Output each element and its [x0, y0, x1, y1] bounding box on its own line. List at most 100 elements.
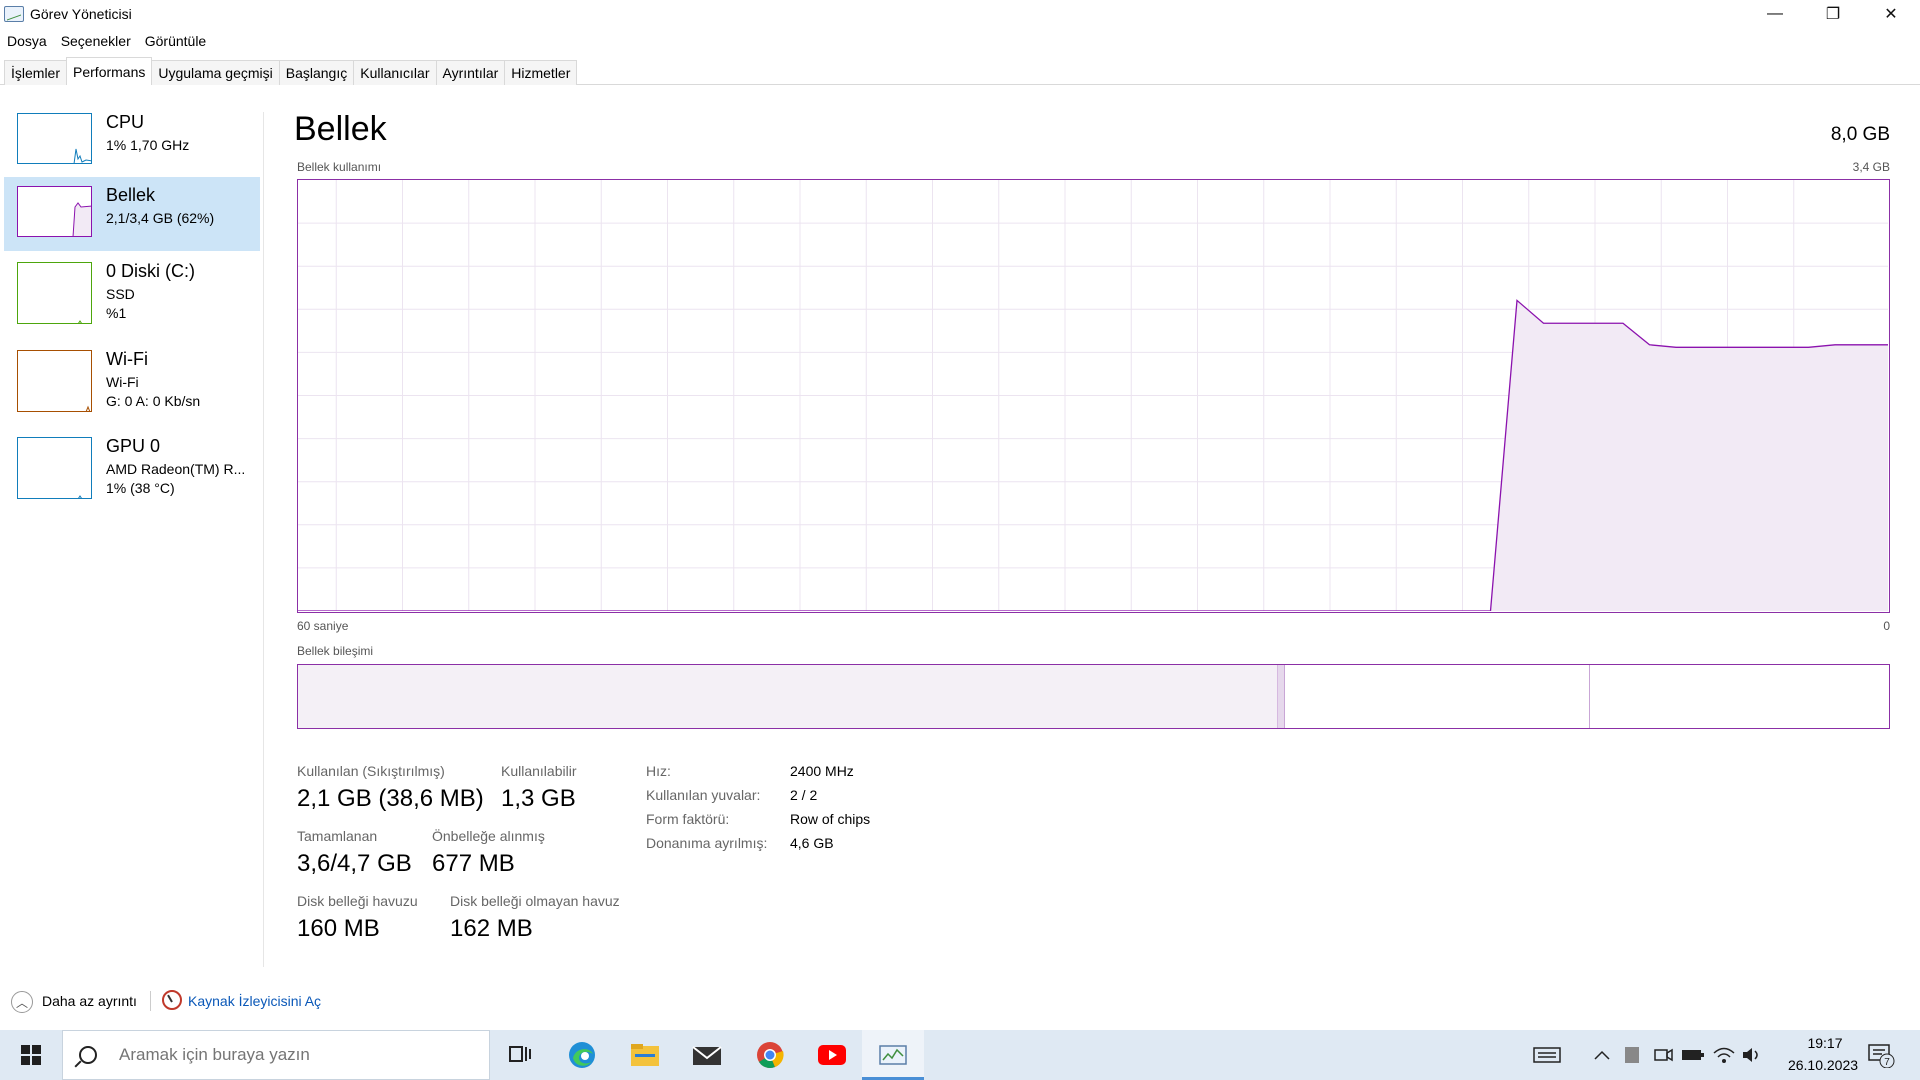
clock-date[interactable]: 26.10.2023 [1773, 1057, 1873, 1073]
menu-view[interactable]: Görüntüle [138, 33, 213, 49]
tab-processes[interactable]: İşlemler [4, 60, 68, 85]
task-view-icon[interactable] [505, 1040, 535, 1070]
hardware-reserved-label: Donanıma ayrılmış: [646, 835, 768, 851]
search-icon [79, 1046, 97, 1064]
chevron-up-tray-icon[interactable] [1587, 1040, 1617, 1070]
form-factor-value: Row of chips [790, 811, 871, 827]
axis-end-label: 0 [1883, 619, 1890, 633]
sidebar-item-detail: Wi-Fi [106, 374, 139, 390]
sidebar-item-wifi[interactable]: Wi-Fi Wi-Fi G: 0 A: 0 Kb/sn [4, 341, 260, 415]
task-manager-taskbar-icon[interactable] [878, 1040, 908, 1070]
chevron-up-icon[interactable]: ︿ [11, 991, 33, 1013]
start-button[interactable] [0, 1030, 62, 1080]
restore-button[interactable]: ❐ [1804, 0, 1862, 28]
memory-thumbnail [17, 186, 92, 237]
paged-pool-label: Disk belleği havuzu [297, 893, 418, 909]
available-label: Kullanılabilir [501, 763, 577, 779]
sidebar-item-name: CPU [106, 112, 145, 132]
menu-file[interactable]: Dosya [0, 33, 54, 49]
sidebar-item-memory[interactable]: Bellek 2,1/3,4 GB (62%) [4, 177, 260, 251]
sidebar-item-detail: SSD [106, 286, 135, 302]
clock-time[interactable]: 19:17 [1795, 1035, 1855, 1051]
volume-icon[interactable] [1737, 1040, 1767, 1070]
taskbar-search[interactable] [62, 1030, 490, 1080]
cpu-thumbnail-graph [73, 148, 91, 163]
paged-pool-value: 160 MB [297, 915, 380, 942]
memory-usage-chart [297, 179, 1890, 613]
tab-app-history[interactable]: Uygulama geçmişi [151, 60, 280, 85]
sidebar-item-name: Wi-Fi [106, 349, 148, 369]
sidebar-item-detail-2: 1% (38 °C) [106, 480, 175, 496]
performance-sidebar: CPU 1% 1,70 GHz Bellek 2,1/3,4 GB (62%) … [4, 104, 260, 502]
close-button[interactable]: ✕ [1862, 0, 1920, 28]
footer-separator [150, 991, 151, 1011]
memory-usage-max: 3,4 GB [1852, 160, 1890, 174]
mail-icon[interactable] [692, 1040, 722, 1070]
tab-startup[interactable]: Başlangıç [278, 60, 355, 85]
minimize-button[interactable]: — [1746, 0, 1804, 28]
disk-thumbnail [17, 262, 92, 324]
composition-modified [1278, 665, 1285, 728]
open-resource-monitor-link[interactable]: Kaynak İzleyicisini Aç [188, 993, 321, 1009]
sidebar-item-name: Bellek [106, 185, 156, 205]
sidebar-item-cpu[interactable]: CPU 1% 1,70 GHz [4, 104, 260, 178]
nonpaged-pool-value: 162 MB [450, 915, 533, 942]
title-bar: Görev Yöneticisi — ❐ ✕ [0, 0, 1920, 28]
window-controls: — ❐ ✕ [1746, 0, 1920, 28]
wifi-thumbnail-graph [85, 405, 91, 411]
total-memory: 8,0 GB [1830, 124, 1890, 145]
sidebar-item-disk[interactable]: 0 Diski (C:) SSD %1 [4, 253, 260, 327]
composition-in-use [298, 665, 1278, 728]
disk-thumbnail-graph [78, 320, 82, 323]
window-title: Görev Yöneticisi [30, 6, 132, 22]
sidebar-item-name: 0 Diski (C:) [106, 261, 195, 281]
used-value: 2,1 GB (38,6 MB) [297, 785, 484, 812]
tab-services[interactable]: Hizmetler [504, 60, 578, 85]
nonpaged-pool-label: Disk belleği olmayan havuz [450, 893, 620, 909]
sidebar-item-gpu[interactable]: GPU 0 AMD Radeon(TM) R... 1% (38 °C) [4, 428, 260, 502]
wifi-thumbnail [17, 350, 92, 412]
resource-monitor-icon [162, 990, 182, 1010]
memory-usage-plot [298, 180, 1888, 612]
file-explorer-icon[interactable] [630, 1040, 660, 1070]
sidebar-item-detail-2: %1 [106, 305, 127, 321]
sidebar-item-name: GPU 0 [106, 436, 161, 456]
tab-users[interactable]: Kullanıcılar [353, 60, 437, 85]
task-manager-icon [4, 6, 24, 22]
tab-bar: İşlemler Performans Uygulama geçmişi Baş… [4, 57, 578, 85]
camera-icon[interactable] [1648, 1040, 1678, 1070]
composition-free [1590, 665, 1889, 728]
memory-composition-bar [297, 664, 1890, 729]
keyboard-layout-icon[interactable] [1532, 1040, 1562, 1070]
wifi-icon[interactable] [1709, 1040, 1739, 1070]
notification-count: 7 [1884, 1057, 1890, 1068]
tab-details[interactable]: Ayrıntılar [435, 60, 506, 85]
sidebar-item-detail: 2,1/3,4 GB (62%) [106, 210, 215, 226]
sidebar-divider [263, 112, 264, 967]
slots-value: 2 / 2 [790, 787, 818, 803]
youtube-icon[interactable] [817, 1040, 847, 1070]
sidebar-item-detail: 1% 1,70 GHz [106, 137, 190, 153]
available-value: 1,3 GB [501, 785, 576, 812]
tray-app-icon[interactable] [1617, 1040, 1647, 1070]
memory-composition-label: Bellek bileşimi [297, 644, 374, 658]
fewer-details-button[interactable]: Daha az ayrıntı [42, 993, 137, 1009]
cached-value: 677 MB [432, 850, 515, 877]
form-factor-label: Form faktörü: [646, 811, 730, 827]
tab-performance[interactable]: Performans [66, 57, 153, 85]
memory-usage-area [298, 300, 1888, 611]
battery-icon[interactable] [1678, 1040, 1708, 1070]
composition-standby [1285, 665, 1590, 728]
search-input[interactable] [119, 1045, 479, 1065]
chrome-icon[interactable] [755, 1040, 785, 1070]
notification-center-icon[interactable]: 7 [1866, 1040, 1896, 1070]
sidebar-item-detail: AMD Radeon(TM) R... [106, 461, 246, 477]
committed-label: Tamamlanan [297, 828, 378, 844]
sidebar-item-detail-2: G: 0 A: 0 Kb/sn [106, 393, 201, 409]
page-title: Bellek [294, 110, 387, 148]
edge-icon[interactable] [567, 1040, 597, 1070]
menu-options[interactable]: Seçenekler [54, 33, 138, 49]
gpu-thumbnail [17, 437, 92, 499]
gpu-thumbnail-graph [78, 495, 82, 498]
cached-label: Önbelleğe alınmış [432, 828, 545, 844]
